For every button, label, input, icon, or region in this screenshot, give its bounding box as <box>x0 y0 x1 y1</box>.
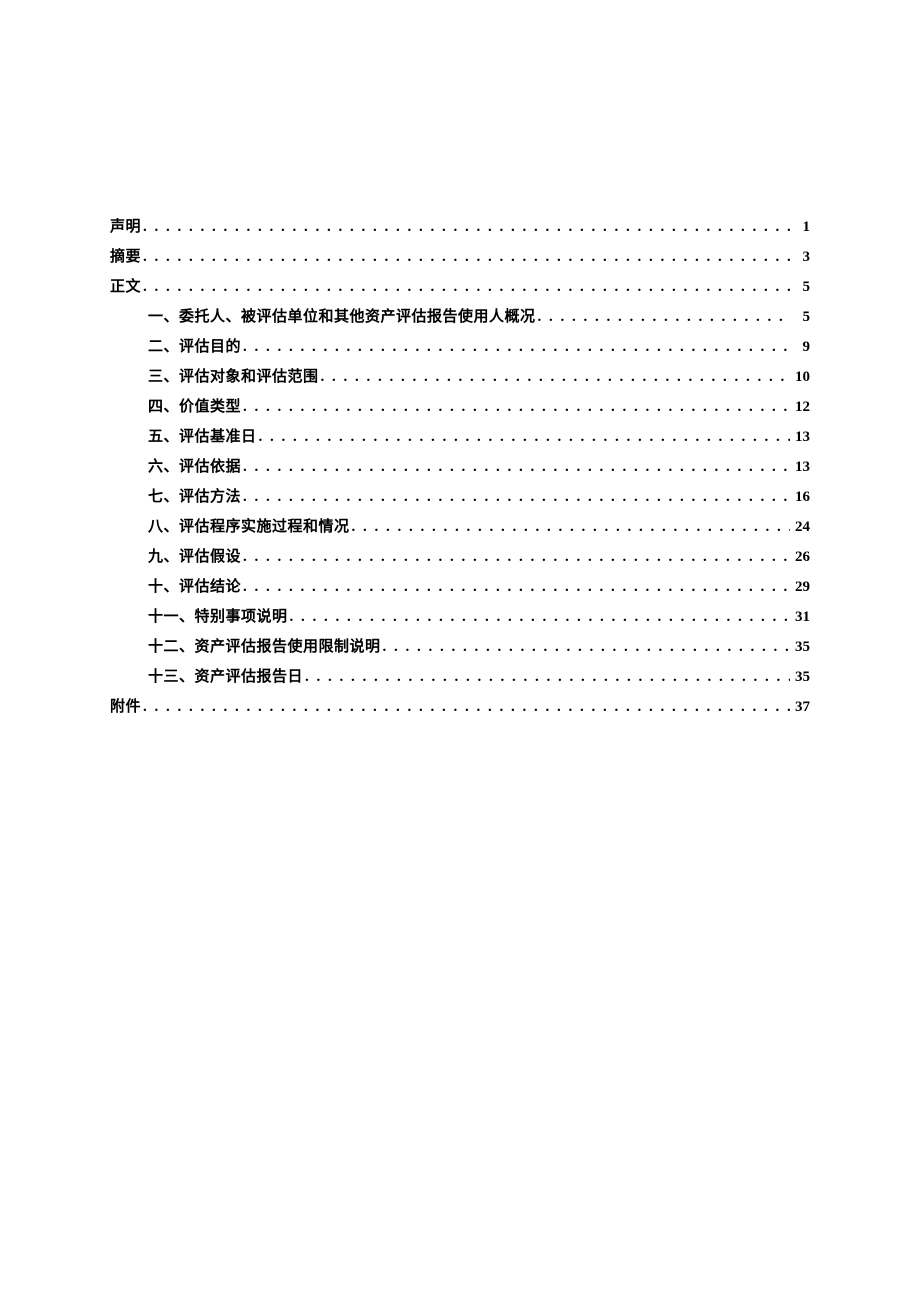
toc-entry: 三、评估对象和评估范围 10 <box>110 370 810 385</box>
toc-entry: 七、评估方法 16 <box>110 490 810 505</box>
toc-entry-label: 八、评估程序实施过程和情况 <box>148 520 350 535</box>
toc-leader-dots <box>381 640 790 655</box>
toc-entry: 八、评估程序实施过程和情况 24 <box>110 520 810 535</box>
toc-entry-page: 16 <box>790 490 810 505</box>
toc-entry-page: 35 <box>790 640 810 655</box>
toc-entry-page: 29 <box>790 580 810 595</box>
toc-entry-page: 13 <box>790 430 810 445</box>
toc-entry-label: 五、评估基准日 <box>148 430 257 445</box>
toc-entry-label: 摘要 <box>110 250 141 265</box>
table-of-contents: 声明 1 摘要 3 正文 5 一、委托人、被评估单位和其他资产评估报告使用人概况… <box>110 220 810 715</box>
toc-entry-label: 二、评估目的 <box>148 340 241 355</box>
toc-entry-label: 九、评估假设 <box>148 550 241 565</box>
toc-entry: 四、价值类型 12 <box>110 400 810 415</box>
toc-leader-dots <box>319 370 790 385</box>
toc-entry: 六、评估依据 13 <box>110 460 810 475</box>
toc-entry: 九、评估假设 26 <box>110 550 810 565</box>
toc-entry-label: 三、评估对象和评估范围 <box>148 370 319 385</box>
toc-entry-label: 正文 <box>110 280 141 295</box>
toc-entry-page: 31 <box>790 610 810 625</box>
toc-entry: 正文 5 <box>110 280 810 295</box>
toc-entry-page: 1 <box>790 220 810 235</box>
toc-entry: 二、评估目的 9 <box>110 340 810 355</box>
toc-entry-label: 十、评估结论 <box>148 580 241 595</box>
toc-entry-label: 附件 <box>110 700 141 715</box>
toc-entry-label: 七、评估方法 <box>148 490 241 505</box>
toc-entry-label: 十一、特别事项说明 <box>148 610 288 625</box>
toc-leader-dots <box>536 310 790 325</box>
toc-entry: 一、委托人、被评估单位和其他资产评估报告使用人概况 5 <box>110 310 810 325</box>
toc-entry-page: 3 <box>790 250 810 265</box>
toc-entry-page: 5 <box>790 310 810 325</box>
toc-leader-dots <box>141 280 790 295</box>
toc-entry-page: 9 <box>790 340 810 355</box>
toc-entry-page: 26 <box>790 550 810 565</box>
toc-entry-page: 13 <box>790 460 810 475</box>
toc-entry-label: 十二、资产评估报告使用限制说明 <box>148 640 381 655</box>
toc-leader-dots <box>141 250 790 265</box>
toc-entry-label: 十三、资产评估报告日 <box>148 670 303 685</box>
toc-entry-label: 声明 <box>110 220 141 235</box>
toc-leader-dots <box>241 460 790 475</box>
toc-leader-dots <box>241 580 790 595</box>
toc-entry-page: 12 <box>790 400 810 415</box>
toc-entry: 五、评估基准日 13 <box>110 430 810 445</box>
toc-entry-page: 37 <box>790 700 810 715</box>
toc-entry-label: 四、价值类型 <box>148 400 241 415</box>
toc-leader-dots <box>288 610 790 625</box>
toc-entry: 声明 1 <box>110 220 810 235</box>
toc-leader-dots <box>350 520 790 535</box>
toc-leader-dots <box>257 430 790 445</box>
toc-entry: 十二、资产评估报告使用限制说明 35 <box>110 640 810 655</box>
toc-entry-page: 10 <box>790 370 810 385</box>
toc-entry-page: 24 <box>790 520 810 535</box>
toc-entry-label: 六、评估依据 <box>148 460 241 475</box>
toc-entry: 十、评估结论 29 <box>110 580 810 595</box>
toc-entry-page: 5 <box>790 280 810 295</box>
toc-entry: 附件 37 <box>110 700 810 715</box>
toc-leader-dots <box>141 700 790 715</box>
toc-entry: 十一、特别事项说明 31 <box>110 610 810 625</box>
toc-leader-dots <box>241 490 790 505</box>
toc-entry-page: 35 <box>790 670 810 685</box>
toc-entry-label: 一、委托人、被评估单位和其他资产评估报告使用人概况 <box>148 310 536 325</box>
toc-entry: 十三、资产评估报告日 35 <box>110 670 810 685</box>
toc-entry: 摘要 3 <box>110 250 810 265</box>
toc-leader-dots <box>141 220 790 235</box>
toc-leader-dots <box>241 340 790 355</box>
toc-leader-dots <box>241 550 790 565</box>
toc-leader-dots <box>303 670 790 685</box>
toc-leader-dots <box>241 400 790 415</box>
